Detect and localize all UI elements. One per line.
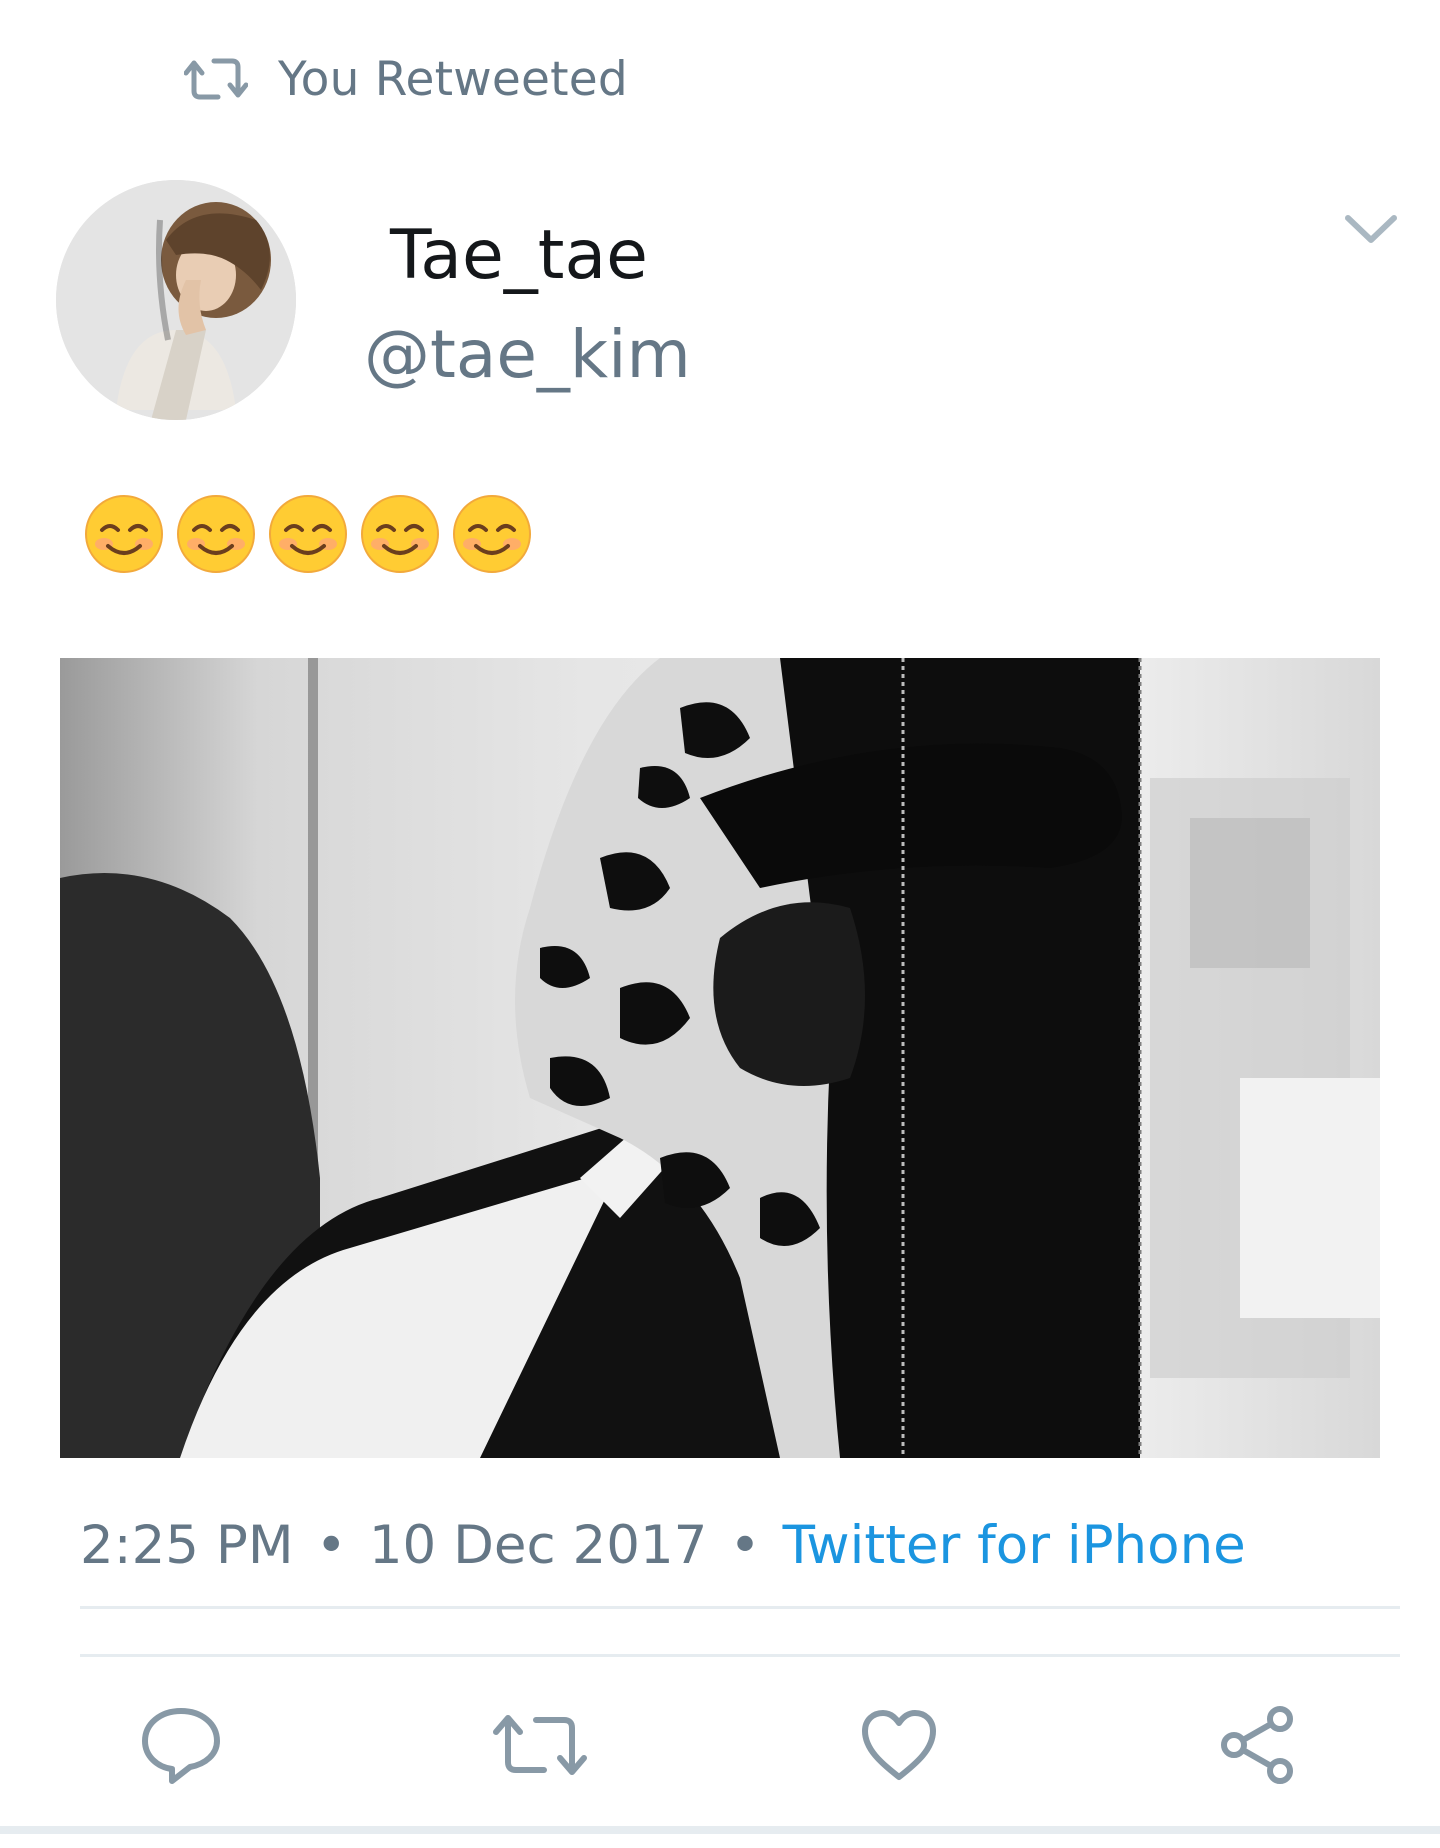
retweet-button[interactable] — [485, 1690, 595, 1800]
chevron-down-icon[interactable] — [1342, 204, 1400, 254]
retweet-context-label: You Retweeted — [278, 51, 628, 107]
smiling-face-emoji — [177, 495, 255, 573]
divider — [80, 1654, 1400, 1657]
author-display-name[interactable]: Tae_tae — [390, 216, 648, 296]
tweet-source-link[interactable]: Twitter for iPhone — [783, 1515, 1246, 1576]
avatar[interactable] — [56, 180, 296, 420]
meta-separator: • — [315, 1514, 347, 1576]
reply-button[interactable] — [126, 1690, 236, 1800]
action-bar — [0, 1690, 1440, 1800]
bottom-divider — [0, 1826, 1440, 1834]
tweet-meta: 2:25 PM • 10 Dec 2017 • Twitter for iPho… — [80, 1510, 1246, 1580]
reply-icon — [142, 1708, 220, 1784]
share-button[interactable] — [1203, 1690, 1313, 1800]
smiling-face-emoji — [361, 495, 439, 573]
retweet-context: You Retweeted — [184, 44, 628, 114]
smiling-face-emoji — [85, 495, 163, 573]
heart-icon — [862, 1710, 936, 1780]
smiling-face-emoji — [269, 495, 347, 573]
tweet-text — [84, 494, 532, 574]
tweet-time: 2:25 PM — [80, 1514, 294, 1576]
smiling-face-emoji — [453, 495, 531, 573]
meta-separator: • — [729, 1514, 761, 1576]
retweet-icon — [184, 58, 248, 100]
retweet-icon — [493, 1715, 587, 1775]
author-handle[interactable]: @tae_kim — [364, 316, 691, 394]
tweet-date: 10 Dec 2017 — [368, 1514, 708, 1576]
tweet-media-photo[interactable] — [60, 658, 1380, 1458]
share-icon — [1221, 1706, 1293, 1784]
like-button[interactable] — [844, 1690, 954, 1800]
divider — [80, 1606, 1400, 1609]
